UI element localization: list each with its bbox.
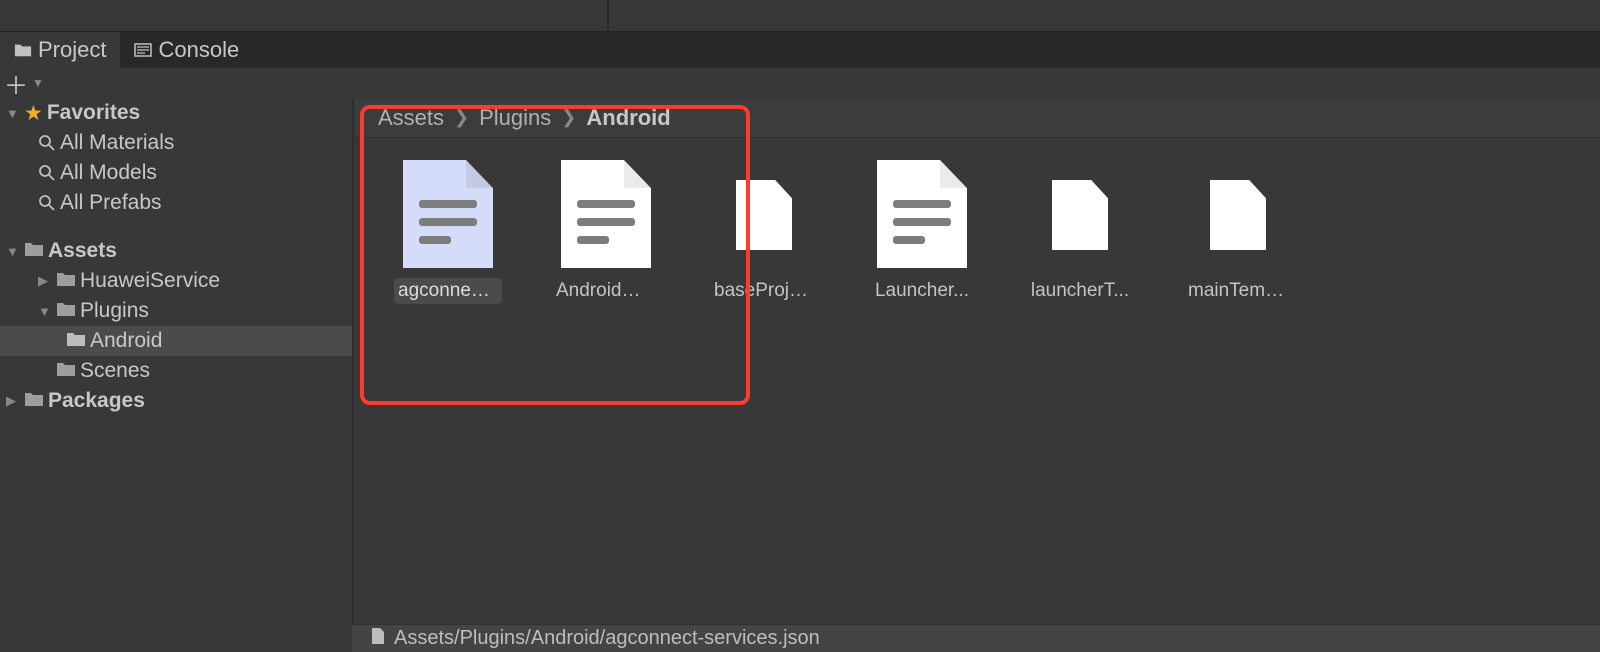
asset-item[interactable]: Launcher...: [868, 160, 976, 304]
asset-item[interactable]: baseProjec...: [710, 160, 818, 304]
tree-label: Assets: [48, 239, 117, 263]
project-main: Assets ❯ Plugins ❯ Android agconnect... A…: [352, 98, 1600, 624]
tree-packages[interactable]: ▶ Packages: [0, 386, 352, 416]
file-grid[interactable]: agconnect... AndroidMa... baseProjec... Lau…: [354, 138, 1600, 624]
search-icon: [38, 134, 56, 152]
tree-folder-plugins[interactable]: ▼ Plugins: [0, 296, 352, 326]
folder-icon: [56, 299, 76, 323]
search-icon: [38, 164, 56, 182]
asset-label: AndroidMa...: [552, 278, 660, 304]
asset-label: mainTempl...: [1184, 278, 1292, 304]
top-strip: [0, 0, 1600, 32]
breadcrumb-item[interactable]: Assets: [378, 105, 444, 131]
dropdown-caret-icon: ▼: [32, 76, 44, 90]
asset-label: agconnect...: [394, 278, 502, 304]
plus-icon: ＋: [4, 66, 28, 101]
tab-project[interactable]: Project: [0, 32, 120, 68]
tree-folder-huawei[interactable]: ▶ HuaweiService: [0, 266, 352, 296]
tree-label: All Materials: [60, 131, 174, 155]
tree-fav-item[interactable]: All Prefabs: [0, 188, 352, 218]
breadcrumb-item[interactable]: Plugins: [479, 105, 551, 131]
folder-icon: [14, 41, 32, 59]
asset-item[interactable]: agconnect...: [394, 160, 502, 304]
folder-icon: [56, 269, 76, 293]
tree-label: Packages: [48, 389, 145, 413]
disclosure-down-icon: ▼: [38, 304, 52, 319]
tab-label: Console: [158, 37, 239, 63]
tree-assets[interactable]: ▼ Assets: [0, 236, 352, 266]
disclosure-right-icon: ▶: [6, 393, 20, 409]
folder-icon: [24, 389, 44, 413]
tree-label: Plugins: [80, 299, 149, 323]
folder-icon: [24, 239, 44, 263]
asset-item[interactable]: AndroidMa...: [552, 160, 660, 304]
asset-label: launcherT...: [1026, 278, 1134, 304]
disclosure-down-icon: ▼: [6, 106, 20, 121]
file-icon: [1035, 160, 1125, 268]
file-icon: [370, 627, 386, 651]
folder-icon: [66, 329, 86, 353]
file-icon: [719, 160, 809, 268]
asset-label: Launcher...: [868, 278, 976, 304]
file-icon: [877, 160, 967, 268]
tree-folder-android[interactable]: Android: [0, 326, 352, 356]
breadcrumb-item[interactable]: Android: [586, 105, 670, 131]
asset-item[interactable]: launcherT...: [1026, 160, 1134, 304]
spacer: [0, 218, 352, 236]
add-button[interactable]: ＋ ▼: [4, 66, 44, 101]
status-bar: Assets/Plugins/Android/agconnect-service…: [352, 624, 1600, 652]
project-sidebar: ▼ ★ Favorites All Materials All Models A…: [0, 98, 352, 624]
panel-divider[interactable]: [607, 0, 609, 32]
asset-item[interactable]: mainTempl...: [1184, 160, 1292, 304]
chevron-right-icon: ❯: [561, 107, 576, 128]
tree-label: Android: [90, 329, 162, 353]
tree-label: All Prefabs: [60, 191, 162, 215]
disclosure-down-icon: ▼: [6, 244, 20, 259]
search-icon: [38, 194, 56, 212]
tree-label: All Models: [60, 161, 157, 185]
folder-icon: [56, 359, 76, 383]
star-icon: ★: [24, 101, 43, 126]
disclosure-right-icon: ▶: [38, 273, 52, 289]
file-icon: [403, 160, 493, 268]
file-icon: [1193, 160, 1283, 268]
status-path: Assets/Plugins/Android/agconnect-service…: [394, 627, 820, 650]
tree-folder-scenes[interactable]: Scenes: [0, 356, 352, 386]
tree-fav-item[interactable]: All Models: [0, 158, 352, 188]
file-icon: [561, 160, 651, 268]
tree-label: Favorites: [47, 101, 140, 125]
asset-label: baseProjec...: [710, 278, 818, 304]
project-body: ▼ ★ Favorites All Materials All Models A…: [0, 98, 1600, 624]
tab-console[interactable]: Console: [120, 32, 253, 68]
breadcrumb: Assets ❯ Plugins ❯ Android: [354, 98, 1600, 138]
tree-fav-item[interactable]: All Materials: [0, 128, 352, 158]
project-toolbar: ＋ ▼: [0, 68, 1600, 98]
chevron-right-icon: ❯: [454, 107, 469, 128]
tree-label: HuaweiService: [80, 269, 220, 293]
tree-favorites[interactable]: ▼ ★ Favorites: [0, 98, 352, 128]
console-icon: [134, 41, 152, 59]
tree-label: Scenes: [80, 359, 150, 383]
tab-label: Project: [38, 37, 106, 63]
panel-tabs: Project Console: [0, 32, 1600, 68]
